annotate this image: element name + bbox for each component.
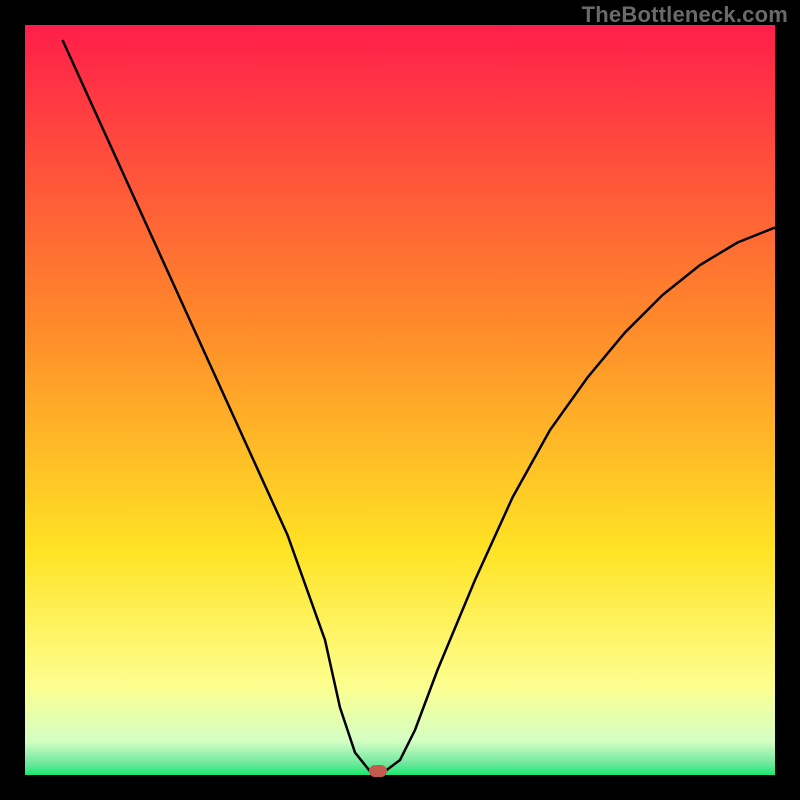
- optimum-marker: [369, 765, 387, 777]
- gradient-background: [25, 25, 775, 775]
- plot-svg: [25, 25, 775, 775]
- chart-frame: TheBottleneck.com: [0, 0, 800, 800]
- plot-area: [25, 25, 775, 775]
- watermark-text: TheBottleneck.com: [582, 2, 788, 28]
